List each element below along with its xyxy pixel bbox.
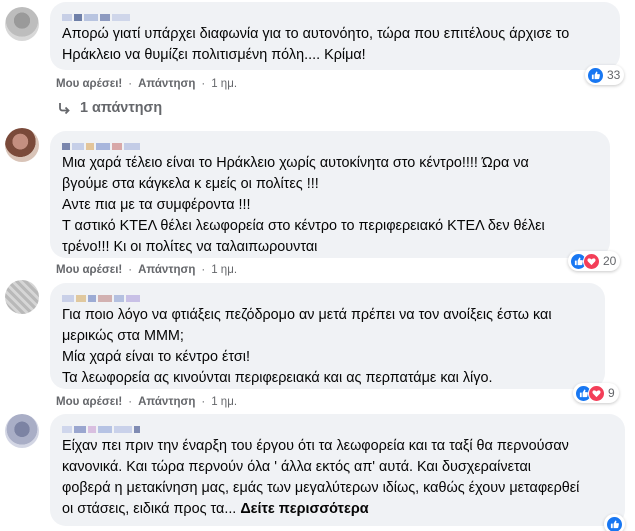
comment-text: Είχαν πει πριν την έναρξη του έργου ότι … [62, 438, 580, 517]
comment-text: Για ποιο λόγο να φτιάξεις πεζόδρομο αν μ… [62, 307, 552, 386]
like-button[interactable]: Μου αρέσει! [56, 396, 122, 408]
comment-bubble: Μια χαρά τέλειο είναι το Ηράκλειο χωρίς … [50, 131, 610, 258]
like-button[interactable]: Μου αρέσει! [56, 78, 122, 90]
love-icon [583, 252, 600, 270]
reply-button[interactable]: Απάντηση [138, 264, 195, 276]
comment-bubble: Για ποιο λόγο να φτιάξεις πεζόδρομο αν μ… [50, 283, 605, 389]
author-name-redacted[interactable] [62, 422, 613, 436]
avatar[interactable] [5, 414, 39, 448]
timestamp[interactable]: 1 ημ. [211, 396, 237, 408]
author-name-redacted[interactable] [62, 10, 608, 24]
like-button[interactable]: Μου αρέσει! [56, 264, 122, 276]
reactions-summary[interactable]: 20 [568, 251, 621, 271]
comment-text: Μια χαρά τέλειο είναι το Ηράκλειο χωρίς … [62, 155, 545, 255]
avatar[interactable] [5, 7, 39, 41]
comment-actions: Μου αρέσει! · Απάντηση · 1 ημ. [56, 396, 238, 408]
reaction-count: 33 [607, 68, 621, 82]
view-replies-link[interactable]: 1 απάντηση [56, 100, 162, 116]
reply-button[interactable]: Απάντηση [138, 396, 195, 408]
reactions-summary[interactable]: 9 [573, 383, 619, 403]
comment-bubble: Είχαν πει πριν την έναρξη του έργου ότι … [50, 414, 625, 526]
see-more-link[interactable]: Δείτε περισσότερα [240, 501, 368, 517]
reaction-count: 20 [603, 254, 617, 268]
love-icon [588, 384, 605, 402]
comment-actions: Μου αρέσει! · Απάντηση · 1 ημ. [56, 78, 238, 90]
reply-arrow-icon [59, 103, 70, 115]
avatar[interactable] [5, 128, 39, 162]
reaction-count: 9 [608, 386, 615, 400]
comment-actions: Μου αρέσει! · Απάντηση · 1 ημ. [56, 264, 238, 276]
like-icon [587, 66, 604, 84]
timestamp[interactable]: 1 ημ. [211, 264, 237, 276]
reactions-summary[interactable]: 33 [585, 65, 625, 85]
author-name-redacted[interactable] [62, 139, 598, 153]
reactions-summary[interactable] [604, 514, 625, 531]
like-icon [606, 515, 623, 531]
comment-text: Απορώ γιατί υπάρχει διαφωνία για το αυτο… [62, 26, 570, 63]
avatar[interactable] [5, 280, 39, 314]
author-name-redacted[interactable] [62, 291, 593, 305]
timestamp[interactable]: 1 ημ. [211, 78, 237, 90]
replies-count-label[interactable]: 1 απάντηση [80, 100, 162, 116]
comment-bubble: Απορώ γιατί υπάρχει διαφωνία για το αυτο… [50, 2, 620, 70]
reply-button[interactable]: Απάντηση [138, 78, 195, 90]
